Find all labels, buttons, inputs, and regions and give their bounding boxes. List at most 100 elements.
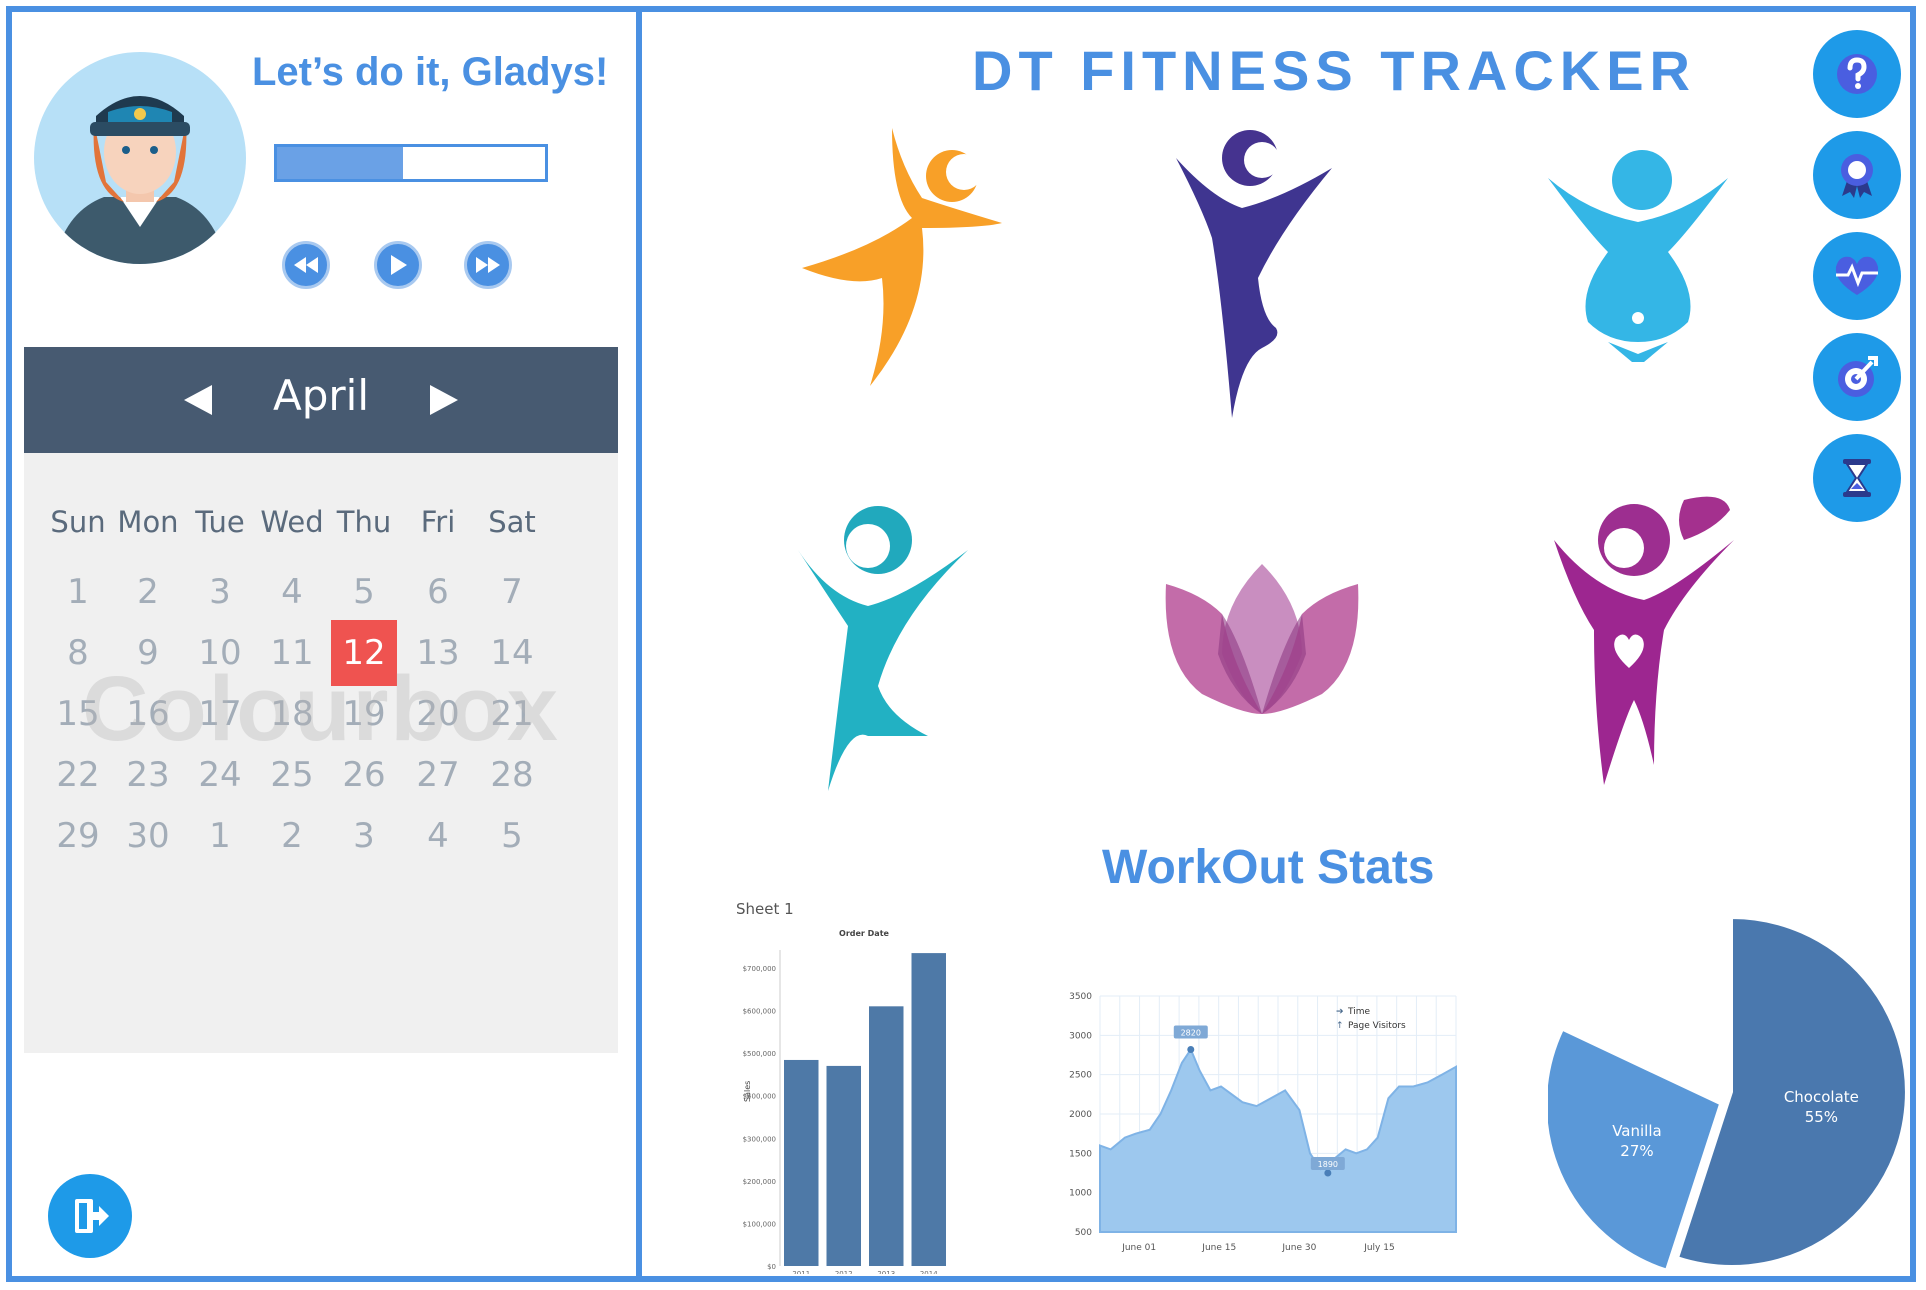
lotus-icon — [1165, 564, 1359, 714]
meditating-person-icon — [1548, 150, 1728, 367]
bar-mark — [826, 1065, 861, 1266]
health-button[interactable] — [1813, 232, 1901, 320]
greeting-text: Let’s do it, Gladys! — [252, 50, 609, 94]
calendar-day[interactable]: 4 — [405, 803, 471, 869]
calendar-header: April — [24, 347, 618, 453]
calendar-day[interactable]: 3 — [331, 803, 397, 869]
day-of-week-label: Sat — [488, 505, 536, 539]
calendar-day[interactable]: 2 — [259, 803, 325, 869]
heart-rate-icon — [1835, 256, 1879, 295]
calendar-day[interactable]: 29 — [45, 803, 111, 869]
dancing-activity-figure[interactable] — [798, 506, 978, 800]
bar-y-tick: $600,000 — [743, 1008, 776, 1016]
area-y-tick: 1500 — [1069, 1149, 1092, 1159]
app-title: DT FITNESS TRACKER — [972, 39, 1696, 102]
badge-icon — [1841, 154, 1873, 198]
bar-x-tick: 2014 — [920, 1270, 938, 1274]
workout-progress-bar[interactable] — [274, 144, 548, 182]
area-y-tick: 2000 — [1069, 1110, 1092, 1120]
bar-y-tick: $300,000 — [743, 1135, 776, 1143]
logout-icon — [75, 1199, 109, 1233]
calendar-month: April — [273, 371, 369, 420]
cardio-activity-figure[interactable] — [1554, 490, 1754, 794]
bar-y-tick: $500,000 — [743, 1050, 776, 1058]
jumping-activity-figure[interactable] — [1172, 128, 1342, 432]
bar-chart-title: Order Date — [839, 929, 889, 938]
fast-forward-button[interactable] — [464, 241, 512, 289]
area-legend-marker: ➔ — [1336, 1007, 1344, 1017]
watermark: Colourbox — [82, 658, 560, 760]
area-legend-entry: Page Visitors — [1348, 1021, 1406, 1031]
bar-y-tick: $200,000 — [743, 1178, 776, 1186]
calendar-day[interactable]: 6 — [405, 559, 471, 625]
page-visitors-area-chart: 500 1000 1500 2000 2500 3000 3500 June 01 June … — [1069, 992, 1457, 1253]
help-button[interactable] — [1813, 30, 1901, 118]
pie-slice-percent: 55% — [1805, 1108, 1838, 1126]
calendar-day[interactable]: 1 — [45, 559, 111, 625]
logout-button[interactable] — [48, 1174, 132, 1258]
bar-x-tick: 2013 — [877, 1270, 895, 1274]
area-x-tick: June 15 — [1201, 1243, 1236, 1253]
sales-bar-chart: Sheet 1 Order Date Sales $0$100,000$200,… — [736, 900, 946, 1274]
yoga-activity-figure[interactable] — [1162, 544, 1362, 728]
bar-y-tick: $400,000 — [743, 1093, 776, 1101]
stats-title: WorkOut Stats — [1102, 841, 1435, 894]
next-month-button[interactable] — [430, 385, 458, 415]
calendar-day[interactable]: 1 — [187, 803, 253, 869]
avatar — [34, 52, 246, 264]
day-of-week-label: Fri — [420, 505, 456, 539]
annotation-label: 1890 — [1318, 1160, 1338, 1169]
achievements-button[interactable] — [1813, 131, 1901, 219]
day-of-week-label: Mon — [117, 505, 179, 539]
pie-slice-label: Vanilla — [1612, 1122, 1662, 1140]
bar-y-tick: $100,000 — [743, 1220, 776, 1228]
bar-x-tick: 2011 — [792, 1270, 810, 1274]
progress-fill — [277, 147, 403, 179]
area-y-tick: 3500 — [1069, 992, 1092, 1002]
day-of-week-label: Wed — [260, 505, 324, 539]
annotation-point — [1187, 1045, 1195, 1053]
pie-slice-label: Chocolate — [1784, 1088, 1859, 1106]
bar-mark — [784, 1059, 819, 1266]
calendar-day[interactable]: 3 — [187, 559, 253, 625]
dancing-person-icon — [798, 506, 968, 791]
annotation-point — [1324, 1169, 1332, 1177]
running-activity-figure[interactable] — [792, 128, 1022, 402]
bar-x-tick: 2012 — [835, 1270, 853, 1274]
area-y-tick: 500 — [1075, 1228, 1092, 1238]
pie-slice-percent: 27% — [1620, 1142, 1653, 1160]
area-legend-entry: Time — [1347, 1007, 1370, 1017]
fast-forward-icon — [476, 257, 500, 273]
running-person-icon — [802, 128, 1002, 386]
area-x-tick: June 01 — [1121, 1243, 1156, 1253]
heart-person-icon — [1554, 496, 1734, 785]
annotation-label: 2820 — [1181, 1028, 1201, 1037]
goals-button[interactable] — [1813, 333, 1901, 421]
bar-mark — [869, 1006, 904, 1266]
hourglass-icon — [1843, 459, 1871, 497]
calendar-day[interactable]: 5 — [479, 803, 545, 869]
area-legend-marker: ↑ — [1336, 1021, 1344, 1031]
timer-button[interactable] — [1813, 434, 1901, 522]
flavor-pie-chart: Chocolate 55% Vanilla 27% — [1548, 916, 1907, 1271]
calendar-day[interactable]: 5 — [331, 559, 397, 625]
area-y-tick: 1000 — [1069, 1189, 1092, 1199]
day-of-week-label: Sun — [50, 505, 106, 539]
play-icon — [391, 255, 407, 275]
jumping-person-icon — [1176, 130, 1332, 418]
rewind-icon — [294, 257, 318, 273]
play-button[interactable] — [374, 241, 422, 289]
bar-mark — [911, 953, 946, 1266]
calendar-day[interactable]: 2 — [115, 559, 181, 625]
area-x-tick: June 30 — [1281, 1243, 1316, 1253]
meditation-activity-figure[interactable] — [1548, 142, 1728, 367]
rewind-button[interactable] — [282, 241, 330, 289]
calendar-day[interactable]: 30 — [115, 803, 181, 869]
calendar-day[interactable]: 7 — [479, 559, 545, 625]
area-x-tick: July 15 — [1363, 1243, 1395, 1253]
day-of-week-label: Thu — [336, 505, 392, 539]
calendar-day[interactable]: 4 — [259, 559, 325, 625]
day-of-week-label: Tue — [195, 505, 245, 539]
bar-y-tick: $0 — [767, 1263, 776, 1271]
bar-y-tick: $700,000 — [743, 965, 776, 973]
